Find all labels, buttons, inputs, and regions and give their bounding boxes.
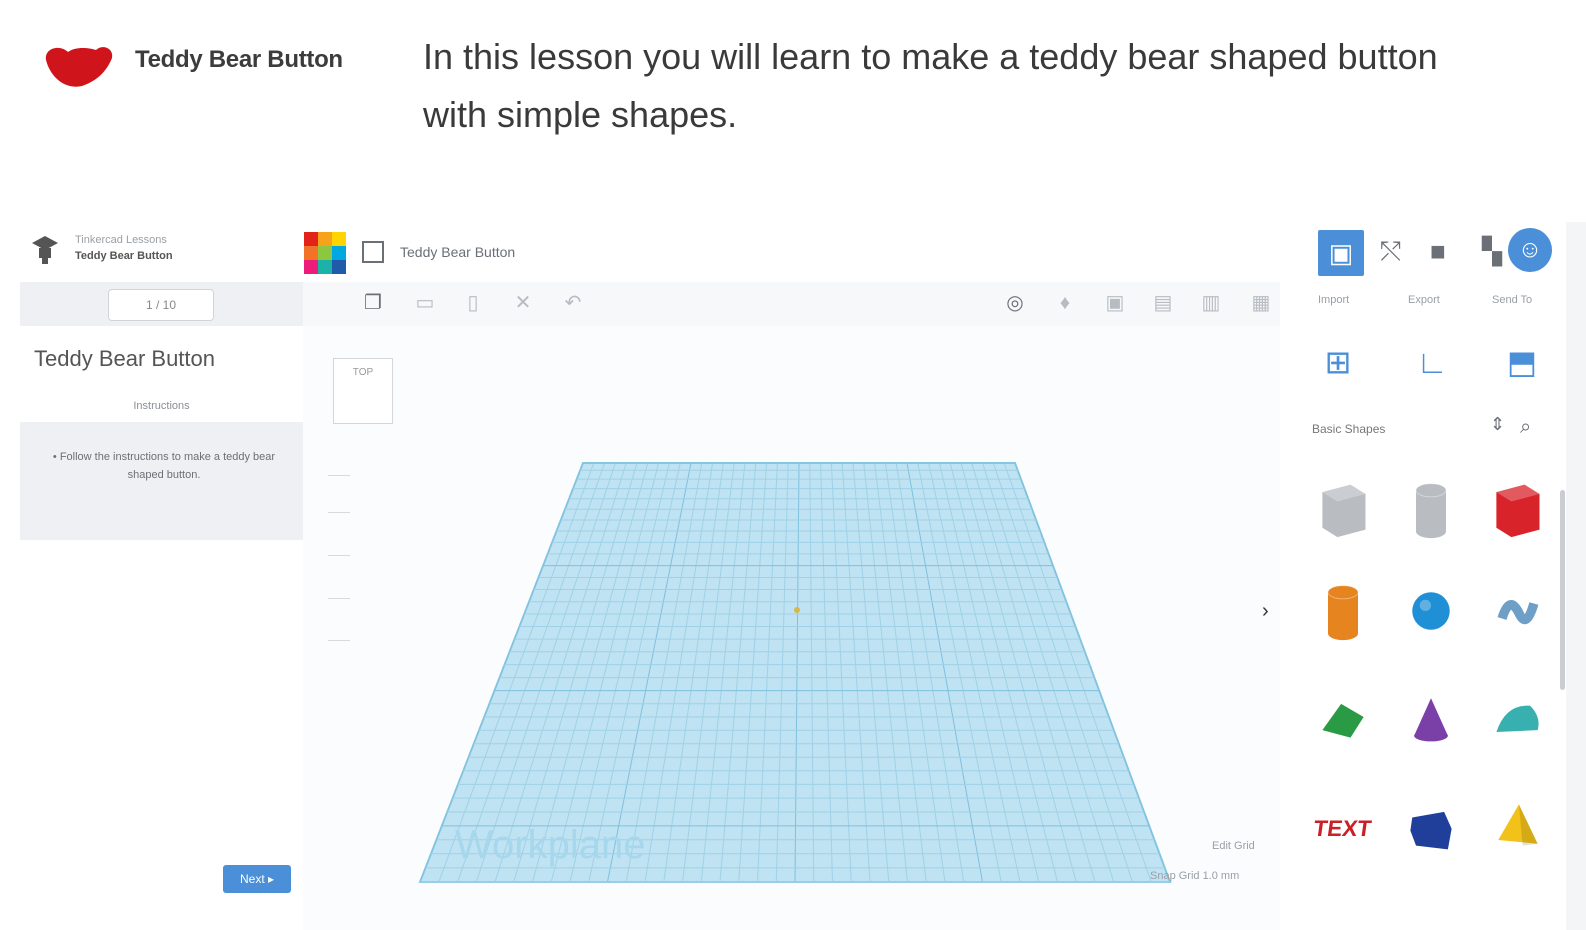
sim-icon[interactable]: ▚ [1482,236,1502,267]
shape-box-hole[interactable] [1302,464,1384,554]
roof-icon [1322,703,1364,738]
view-cube-label: TOP [352,367,374,378]
edit-grid-button[interactable]: Edit Grid [1212,840,1255,852]
chevron-updown-icon[interactable]: ⇕ [1490,414,1505,435]
cylinder-hole-icon [1415,483,1447,539]
shape-cylinder-hole[interactable] [1390,464,1472,554]
shape-text[interactable]: TEXT [1302,780,1384,870]
shape-box[interactable] [1476,464,1558,554]
text-icon: TEXT [1312,816,1373,841]
box-icon [1496,484,1540,538]
workplane-tool-icon[interactable]: ⊞ [1316,340,1360,384]
collapse-panel-arrow[interactable]: › [1262,600,1269,623]
panel-scrollbar[interactable] [1560,490,1565,690]
snap-grid-control[interactable]: Snap Grid 1.0 mm [1150,870,1239,882]
cylinder-icon [1327,585,1359,641]
bricks-icon[interactable]: ■ [1430,236,1446,267]
shape-category-dropdown[interactable]: Basic Shapes [1312,414,1582,444]
shape-scribble[interactable] [1476,566,1558,656]
shape-round-roof[interactable] [1476,672,1558,762]
user-avatar[interactable]: ☺ [1508,228,1552,272]
search-icon[interactable]: ⌕ [1520,416,1531,439]
shape-sphere[interactable] [1390,566,1472,656]
box-hole-icon [1322,484,1366,538]
shape-cylinder[interactable] [1302,566,1384,656]
export-label[interactable]: Export [1408,294,1440,306]
shape-cone[interactable] [1390,672,1472,762]
view-cube[interactable]: TOP [333,358,393,424]
sphere-icon [1412,592,1450,630]
shape-pyramid[interactable] [1476,780,1558,870]
cone-icon [1414,698,1448,742]
shape-roof[interactable] [1302,672,1384,762]
svg-text:TEXT: TEXT [1312,816,1373,841]
notes-tool-icon[interactable]: ⬒ [1500,340,1544,384]
round-roof-icon [1496,705,1539,732]
scribble-icon [1497,600,1539,625]
ruler-tool-icon[interactable]: ∟ [1410,340,1454,384]
shape-shape-generator[interactable] [1390,780,1472,870]
pyramid-icon [1498,804,1538,846]
codeblocks-icon[interactable]: ⤲ [1380,236,1401,268]
shape-generator-icon [1410,811,1452,850]
send-to-label[interactable]: Send To [1492,294,1532,306]
import-label[interactable]: Import [1318,294,1349,306]
workplane-label: Workplane [455,823,645,867]
3d-view-button[interactable]: ▣ [1318,230,1364,276]
